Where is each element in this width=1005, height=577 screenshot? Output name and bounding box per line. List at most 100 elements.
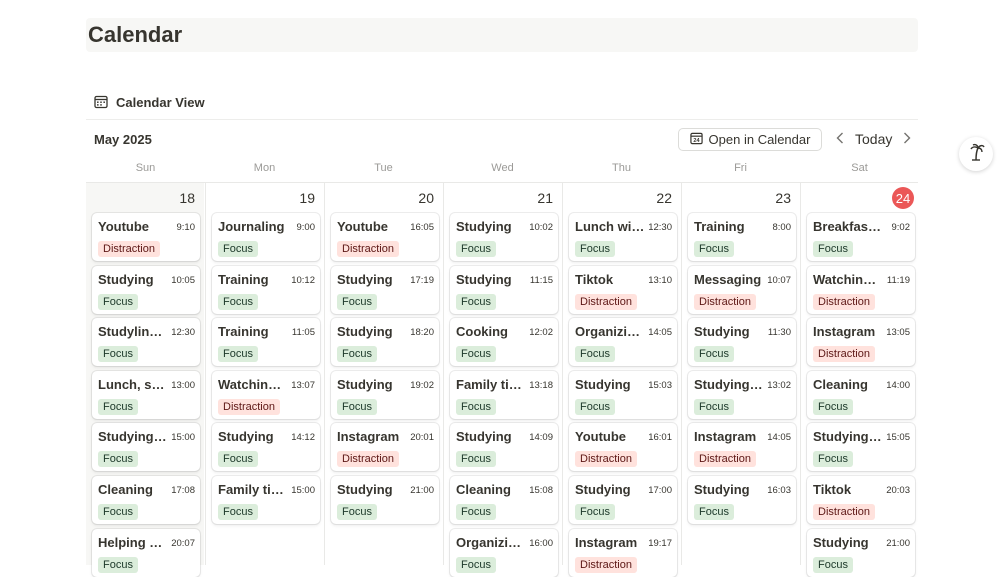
event-card[interactable]: Instagram 19:17 Distraction (569, 528, 677, 577)
event-card[interactable]: Organizin… 16:00 Focus (450, 528, 558, 577)
event-card[interactable]: Studying 15:03 Focus (569, 370, 677, 419)
day-number: 20 (418, 190, 434, 206)
day-column: 24 Breakfast, … 9:02 Focus Watching …11:19 Di… (801, 183, 919, 577)
event-time: 9:02 (891, 222, 911, 233)
event-card[interactable]: Journaling 9:00 Focus (212, 213, 320, 261)
calendar-view-icon (94, 95, 108, 109)
day-column: 19 Journaling 9:00 Focus Training 10:12 Focus T… (206, 183, 324, 565)
event-card[interactable]: Lunch wit… 12:30 Focus (569, 213, 677, 261)
event-time: 15:03 (648, 379, 672, 391)
event-card[interactable]: Training 11:05 Focus (212, 318, 320, 367)
event-card[interactable]: Studying 10:02 Focus (450, 213, 558, 261)
event-time: 18:20 (410, 327, 434, 339)
event-card[interactable]: Studying 17:19 Focus (331, 265, 439, 314)
event-card[interactable]: Helping a … 20:07 Focus (92, 528, 200, 577)
today-button[interactable]: Today (855, 131, 892, 147)
day-column: 23 Training 8:00 Focus Messaging 10:07 Distrac… (682, 183, 800, 565)
day-column: 22 Lunch wit… 12:30 Focus Tiktok 13:10 Distrac… (563, 183, 681, 577)
event-card[interactable]: Instagram 13:05 Distraction (807, 318, 915, 367)
event-card[interactable]: Training 10:12 Focus (212, 265, 320, 314)
event-card[interactable]: Studying 14:12 Focus (212, 423, 320, 472)
event-card[interactable]: Tiktok 20:03 Distraction (807, 476, 915, 524)
event-card[interactable]: Cleaning 17:08 Focus (92, 476, 200, 524)
event-card[interactable]: Cleaning 14:00 Focus (807, 370, 915, 419)
event-time: 21:00 (410, 485, 434, 496)
event-title: Cooking (456, 324, 508, 340)
event-tag: Focus (218, 346, 258, 363)
event-card[interactable]: Studying 21:00 Focus (807, 528, 915, 577)
event-card[interactable]: Studying 14:09 Focus (450, 423, 558, 472)
event-tag: Focus (575, 504, 615, 520)
event-card[interactable]: Watching … 11:19 Distraction (807, 265, 915, 314)
view-tab-calendar[interactable]: Calendar View (94, 92, 205, 112)
event-title: Cleaning (456, 482, 511, 497)
event-title: Studying (456, 271, 512, 287)
event-title: Studying (694, 324, 750, 340)
event-title: Studying (456, 429, 512, 445)
event-card[interactable]: Instagram 14:05 Distraction (688, 423, 796, 472)
day-number: 19 (299, 190, 315, 206)
event-card[interactable]: Studying 16:03 Focus (688, 476, 796, 524)
event-card[interactable]: Youtube 16:05 Distraction (331, 213, 439, 261)
event-time: 10:12 (291, 274, 315, 286)
event-title: Studying (456, 219, 512, 234)
event-card[interactable]: Cooking 12:02 Focus (450, 318, 558, 367)
prev-week-button[interactable] (832, 131, 848, 149)
event-card[interactable]: Lunch, stu…13:00 Focus (92, 370, 200, 419)
event-card[interactable]: Studying 11:30 Focus (688, 318, 796, 367)
event-time: 12:30 (171, 327, 195, 339)
event-tag: Focus (98, 398, 138, 415)
event-card[interactable]: Cleaning 15:08 Focus (450, 476, 558, 524)
day-number: 22 (656, 190, 672, 206)
event-card[interactable]: Studying 17:00 Focus (569, 476, 677, 524)
event-card[interactable]: Studying, … 15:00 Focus (92, 423, 200, 472)
event-tag: Distraction (694, 451, 756, 468)
event-card[interactable]: Instagram 20:01 Distraction (331, 423, 439, 472)
event-time: 11:05 (291, 327, 315, 339)
event-time: 13:18 (529, 379, 553, 391)
open-in-calendar-button[interactable]: 24 Open in Calendar (678, 128, 822, 151)
event-card[interactable]: Organizin… 14:05 Focus (569, 318, 677, 367)
day-column: 18 Youtube 9:10 Distraction Studying 10:05 Foc… (86, 183, 204, 577)
event-card[interactable]: Family time 15:00 Focus (212, 476, 320, 524)
event-card[interactable]: Training 8:00 Focus (688, 213, 796, 261)
event-tag: Focus (337, 293, 377, 310)
divider (86, 119, 918, 120)
event-card[interactable]: Breakfast, … 9:02 Focus (807, 213, 915, 261)
event-title: Studying (337, 376, 393, 392)
event-card[interactable]: Studying, … 13:02 Focus (688, 370, 796, 419)
event-card[interactable]: Messaging 10:07 Distraction (688, 265, 796, 314)
event-card[interactable]: Studying, … 15:05 Focus (807, 423, 915, 472)
event-tag: Focus (456, 241, 496, 257)
event-title: Studying (575, 376, 631, 392)
event-time: 9:10 (176, 222, 196, 233)
day-column: 21 Studying 10:02 Focus Studying 11:15 Focus Co… (444, 183, 562, 577)
event-card[interactable]: Tiktok 13:10 Distraction (569, 265, 677, 314)
next-week-button[interactable] (899, 131, 915, 149)
event-title: Studyling, … (98, 324, 168, 340)
event-card[interactable]: Studying 19:02 Focus (331, 370, 439, 419)
event-title: Studying (98, 271, 154, 287)
event-title: Lunch, stu… (98, 376, 168, 392)
event-tag: Focus (98, 451, 138, 468)
event-card[interactable]: Studying 10:05 Focus (92, 265, 200, 314)
floating-action-button[interactable] (959, 137, 993, 171)
event-time: 13:05 (886, 327, 910, 339)
event-tag: Distraction (813, 293, 875, 310)
event-card[interactable]: Studyling, …12:30 Focus (92, 318, 200, 367)
event-card[interactable]: Watching … 13:07 Distraction (212, 370, 320, 419)
event-tag: Focus (575, 346, 615, 363)
event-tag: Focus (337, 346, 377, 363)
event-card[interactable]: Youtube 9:10 Distraction (92, 213, 200, 261)
event-card[interactable]: Studying 21:00 Focus (331, 476, 439, 524)
event-time: 14:05 (767, 432, 791, 444)
event-title: Cleaning (98, 482, 153, 497)
chevron-left-icon (836, 131, 844, 149)
event-card[interactable]: Family time 13:18 Focus (450, 370, 558, 419)
event-card[interactable]: Studying 11:15 Focus (450, 265, 558, 314)
event-card[interactable]: Youtube 16:01 Distraction (569, 423, 677, 472)
event-tag: Distraction (813, 346, 875, 363)
event-card[interactable]: Studying 18:20 Focus (331, 318, 439, 367)
event-title: Tiktok (575, 271, 614, 287)
page-title[interactable]: Calendar (88, 22, 182, 48)
